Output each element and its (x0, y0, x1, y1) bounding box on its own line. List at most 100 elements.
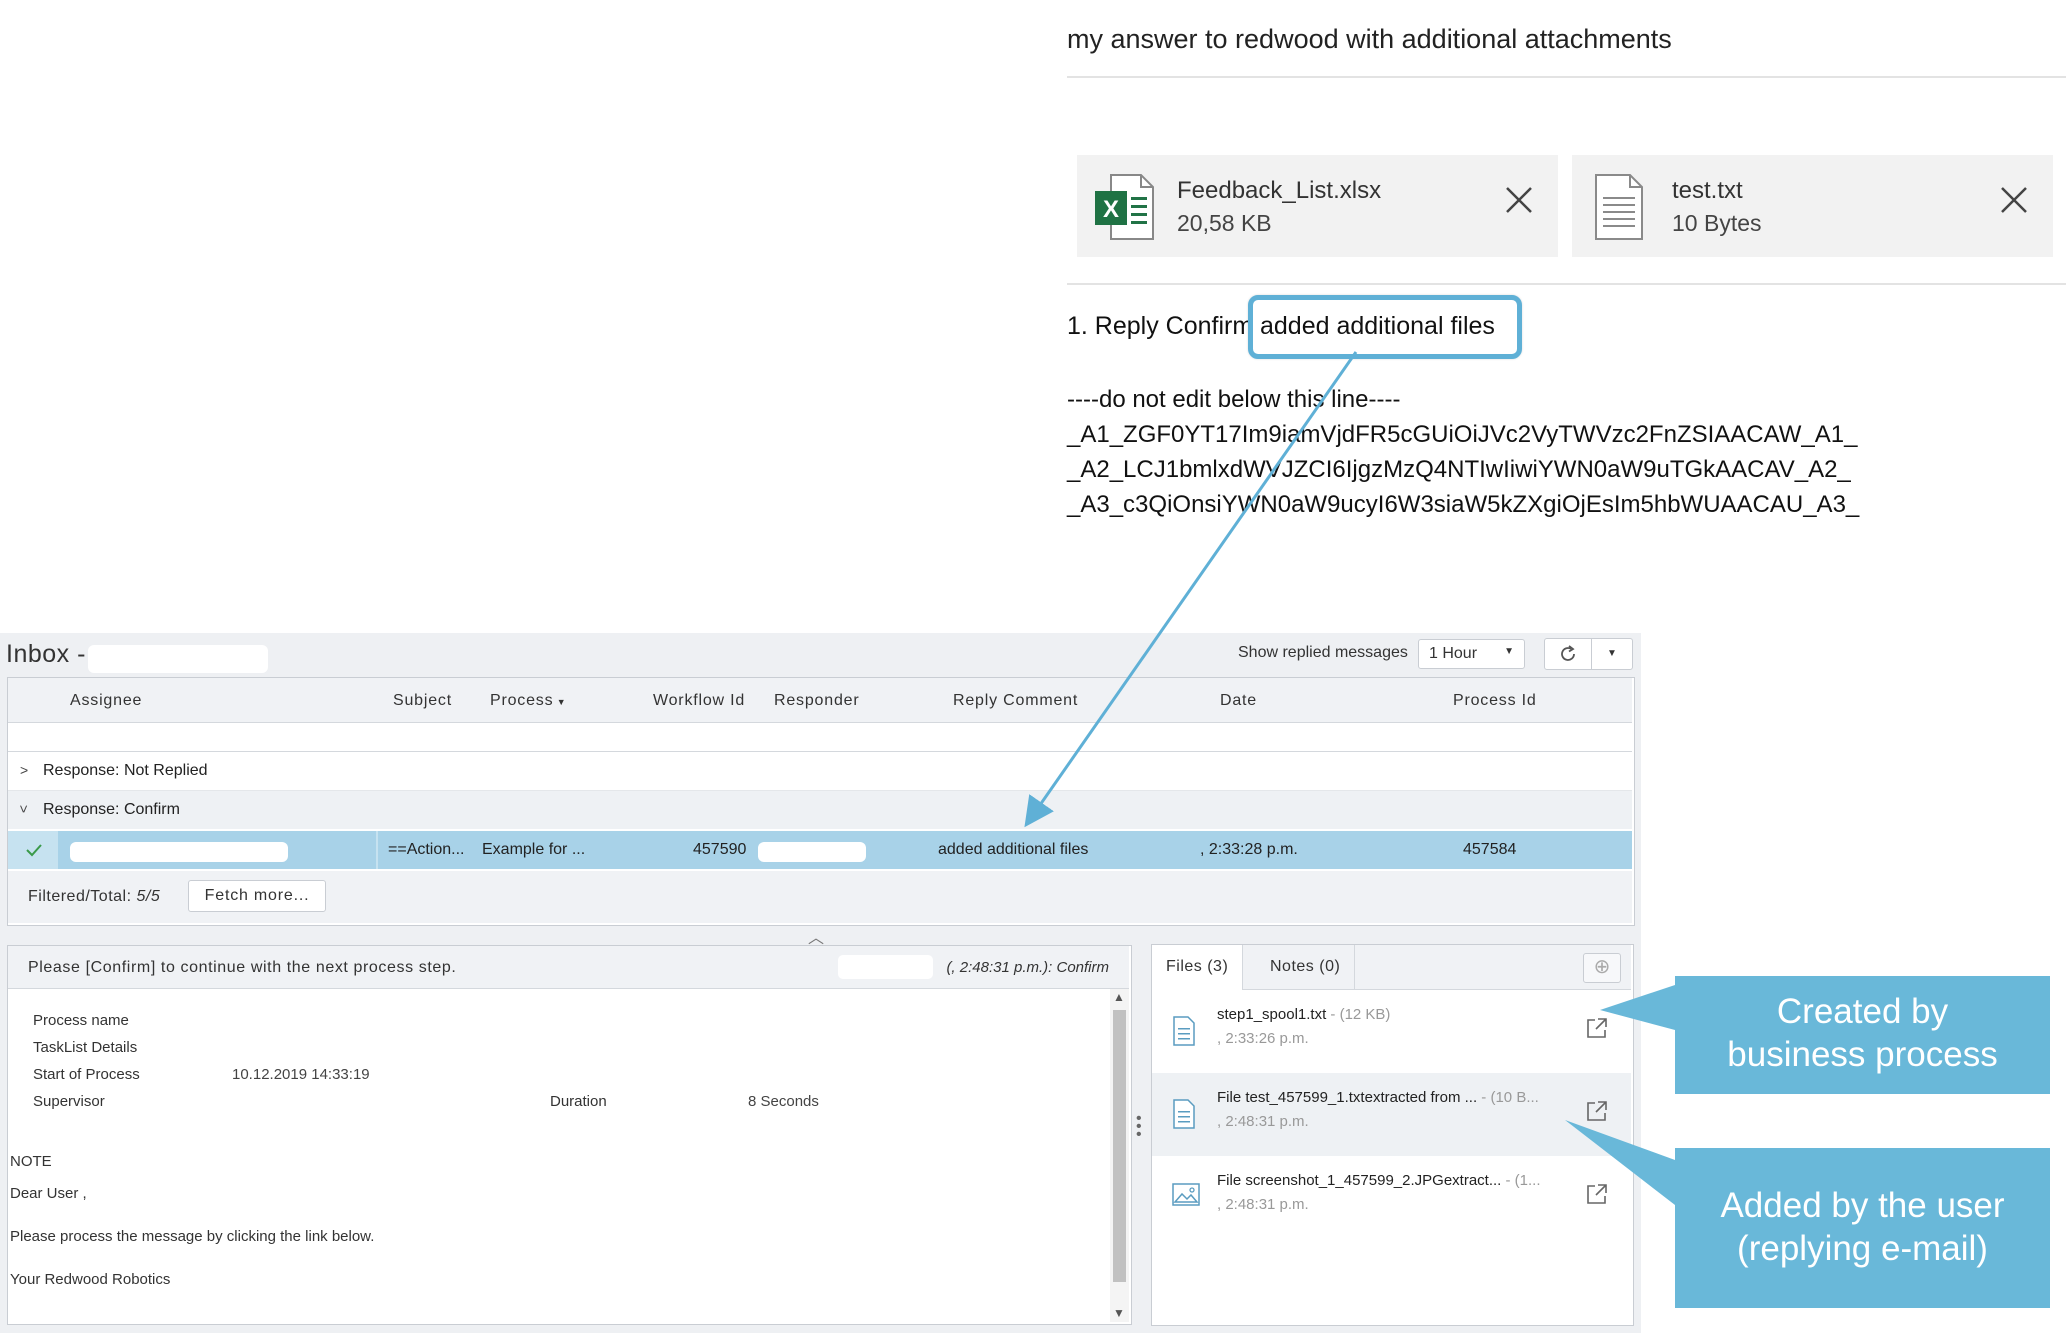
close-icon[interactable] (1999, 185, 2029, 215)
greeting-text: Dear User , (10, 1185, 87, 1202)
refresh-options-button[interactable]: ▼ (1591, 638, 1633, 670)
close-icon[interactable] (1504, 185, 1534, 215)
group-row[interactable]: > Response: Confirm (8, 791, 1632, 829)
column-header-date[interactable]: Date (1220, 692, 1257, 710)
scroll-up-icon[interactable]: ▲ (1113, 990, 1125, 1004)
tasklist-label: TaskList Details (33, 1039, 138, 1056)
text-file-icon (1173, 1099, 1195, 1129)
file-name-line: step1_spool1.txt - (12 KB) (1217, 1006, 1390, 1023)
file-name: step1_spool1.txt (1217, 1006, 1327, 1023)
plus-circle-icon[interactable]: ⊕ (1583, 953, 1621, 983)
detail-header: Please [Confirm] to continue with the ne… (8, 946, 1129, 989)
attachment-name: test.txt (1672, 177, 1743, 204)
column-header-label: Process (490, 692, 554, 709)
file-time: , 2:48:31 p.m. (1217, 1113, 1309, 1130)
show-replied-label: Show replied messages (1238, 644, 1408, 661)
row-process-id: 457584 (1463, 841, 1517, 858)
file-time: , 2:48:31 p.m. (1217, 1196, 1309, 1213)
column-divider (376, 831, 378, 869)
caret-down-icon: ▼ (1504, 646, 1514, 657)
text-file-icon (1595, 174, 1643, 240)
column-header-responder[interactable]: Responder (774, 692, 859, 710)
row-process: Example for ... (482, 841, 586, 858)
duration-value: 8 Seconds (748, 1093, 819, 1110)
file-item[interactable]: step1_spool1.txt - (12 KB) , 2:33:26 p.m… (1152, 990, 1631, 1073)
column-header-subject[interactable]: Subject (393, 692, 452, 710)
file-name: File test_457599_1.txtextracted from ... (1217, 1089, 1478, 1106)
file-name-line: File screenshot_1_457599_2.JPGextract...… (1217, 1172, 1541, 1189)
group-label: Response: Not Replied (43, 762, 208, 779)
attachment-size: 20,58 KB (1177, 210, 1272, 236)
scroll-down-icon[interactable]: ▼ (1113, 1306, 1125, 1320)
redacted-user (88, 645, 268, 673)
tracking-code-block: ----do not edit below this line---- _A1_Z… (1067, 382, 1859, 522)
file-size: - (10 B... (1477, 1089, 1539, 1106)
open-external-icon[interactable] (1585, 1099, 1609, 1123)
tab-files[interactable]: Files (3) (1152, 945, 1244, 990)
row-date: , 2:33:28 p.m. (1200, 841, 1298, 858)
reply-prefix: 1. Reply Confirm (1067, 312, 1254, 340)
table-row[interactable]: ==Action... Example for ... 457590 added… (8, 831, 1632, 869)
attachment-name: Feedback_List.xlsx (1177, 177, 1382, 204)
open-external-icon[interactable] (1585, 1182, 1609, 1206)
code-line: _A3_c3QiOnsiYWN0aW9ucyI6W3siaW5kZXgiOjEs… (1067, 491, 1860, 518)
column-header-process[interactable]: Process ▼ (490, 692, 566, 710)
callout-text: Created by business process (1727, 992, 1998, 1074)
file-item[interactable]: File test_457599_1.txtextracted from ...… (1152, 1073, 1631, 1156)
highlight-box (1248, 295, 1522, 359)
divider (1067, 76, 2066, 78)
filtered-total-label: Filtered/Total: (28, 888, 132, 905)
code-line: ----do not edit below this line---- (1067, 386, 1401, 413)
file-item[interactable]: File screenshot_1_457599_2.JPGextract...… (1152, 1156, 1631, 1239)
redacted-user (838, 955, 933, 979)
callout-created-by-process: Created by business process (1675, 976, 2050, 1094)
refresh-icon (1561, 645, 1575, 661)
column-header-process-id[interactable]: Process Id (1453, 692, 1537, 710)
file-size: - (1... (1501, 1172, 1541, 1189)
inbox-title: Inbox - (6, 640, 86, 668)
supervisor-label: Supervisor (33, 1093, 105, 1110)
chevron-right-icon: > (20, 762, 29, 778)
svg-text:X: X (1103, 196, 1119, 223)
code-line: _A1_ZGF0YT17Im9iamVjdFR5cGUiOiJVc2VyTWVz… (1067, 421, 1858, 448)
select-value: 1 Hour (1429, 645, 1478, 662)
image-file-icon (1172, 1183, 1200, 1206)
scrollbar-thumb[interactable] (1113, 1010, 1126, 1282)
filtered-total: Filtered/Total: 5/5 (28, 888, 160, 906)
column-header-workflow-id[interactable]: Workflow Id (653, 692, 745, 710)
sort-caret-icon: ▼ (553, 697, 567, 707)
fetch-more-button[interactable]: Fetch more... (188, 880, 326, 912)
body-text: Please process the message by clicking t… (10, 1228, 375, 1245)
group-row[interactable]: > Response: Not Replied (8, 752, 1632, 791)
chevron-down-icon: > (16, 804, 33, 814)
open-external-icon[interactable] (1585, 1016, 1609, 1040)
start-value: 10.12.2019 14:33:19 (232, 1066, 370, 1083)
duration-label: Duration (550, 1093, 607, 1110)
code-line: _A2_LCJ1bmlxdWVJZCI6IjgzMzQ4NTIwIiwiYWN0… (1067, 456, 1851, 483)
drag-handle-icon[interactable]: • • • (1136, 1111, 1146, 1143)
process-name-label: Process name (33, 1012, 129, 1029)
detail-meta: (, 2:48:31 p.m.): Confirm (946, 959, 1109, 976)
filter-row[interactable] (8, 723, 1632, 752)
row-workflow-id: 457590 (693, 841, 747, 858)
column-header-reply-comment[interactable]: Reply Comment (953, 692, 1078, 710)
divider (1067, 283, 2066, 285)
attachment-card[interactable]: test.txt 10 Bytes (1572, 155, 2053, 257)
filtered-total-count: 5/5 (136, 888, 161, 905)
detail-panel (7, 945, 1132, 1325)
start-label: Start of Process (33, 1066, 140, 1083)
row-subject: ==Action... (388, 841, 465, 858)
column-header-assignee[interactable]: Assignee (70, 692, 142, 710)
redacted-assignee (70, 842, 288, 862)
file-name: File screenshot_1_457599_2.JPGextract... (1217, 1172, 1502, 1189)
attachment-card[interactable]: X Feedback_List.xlsx 20,58 KB (1077, 155, 1558, 257)
file-name-line: File test_457599_1.txtextracted from ...… (1217, 1089, 1539, 1106)
callout-text: Added by the user (replying e-mail) (1720, 1186, 2005, 1268)
tab-notes[interactable]: Notes (0) (1256, 945, 1356, 989)
grid-header: Assignee Subject Process ▼ Workflow Id R… (8, 678, 1632, 723)
group-label: Response: Confirm (43, 801, 180, 818)
refresh-button[interactable] (1544, 638, 1592, 670)
caret-down-icon: ▼ (1607, 648, 1617, 659)
replied-time-select[interactable]: 1 Hour ▼ (1418, 639, 1525, 669)
file-size: - (12 KB) (1326, 1006, 1391, 1023)
